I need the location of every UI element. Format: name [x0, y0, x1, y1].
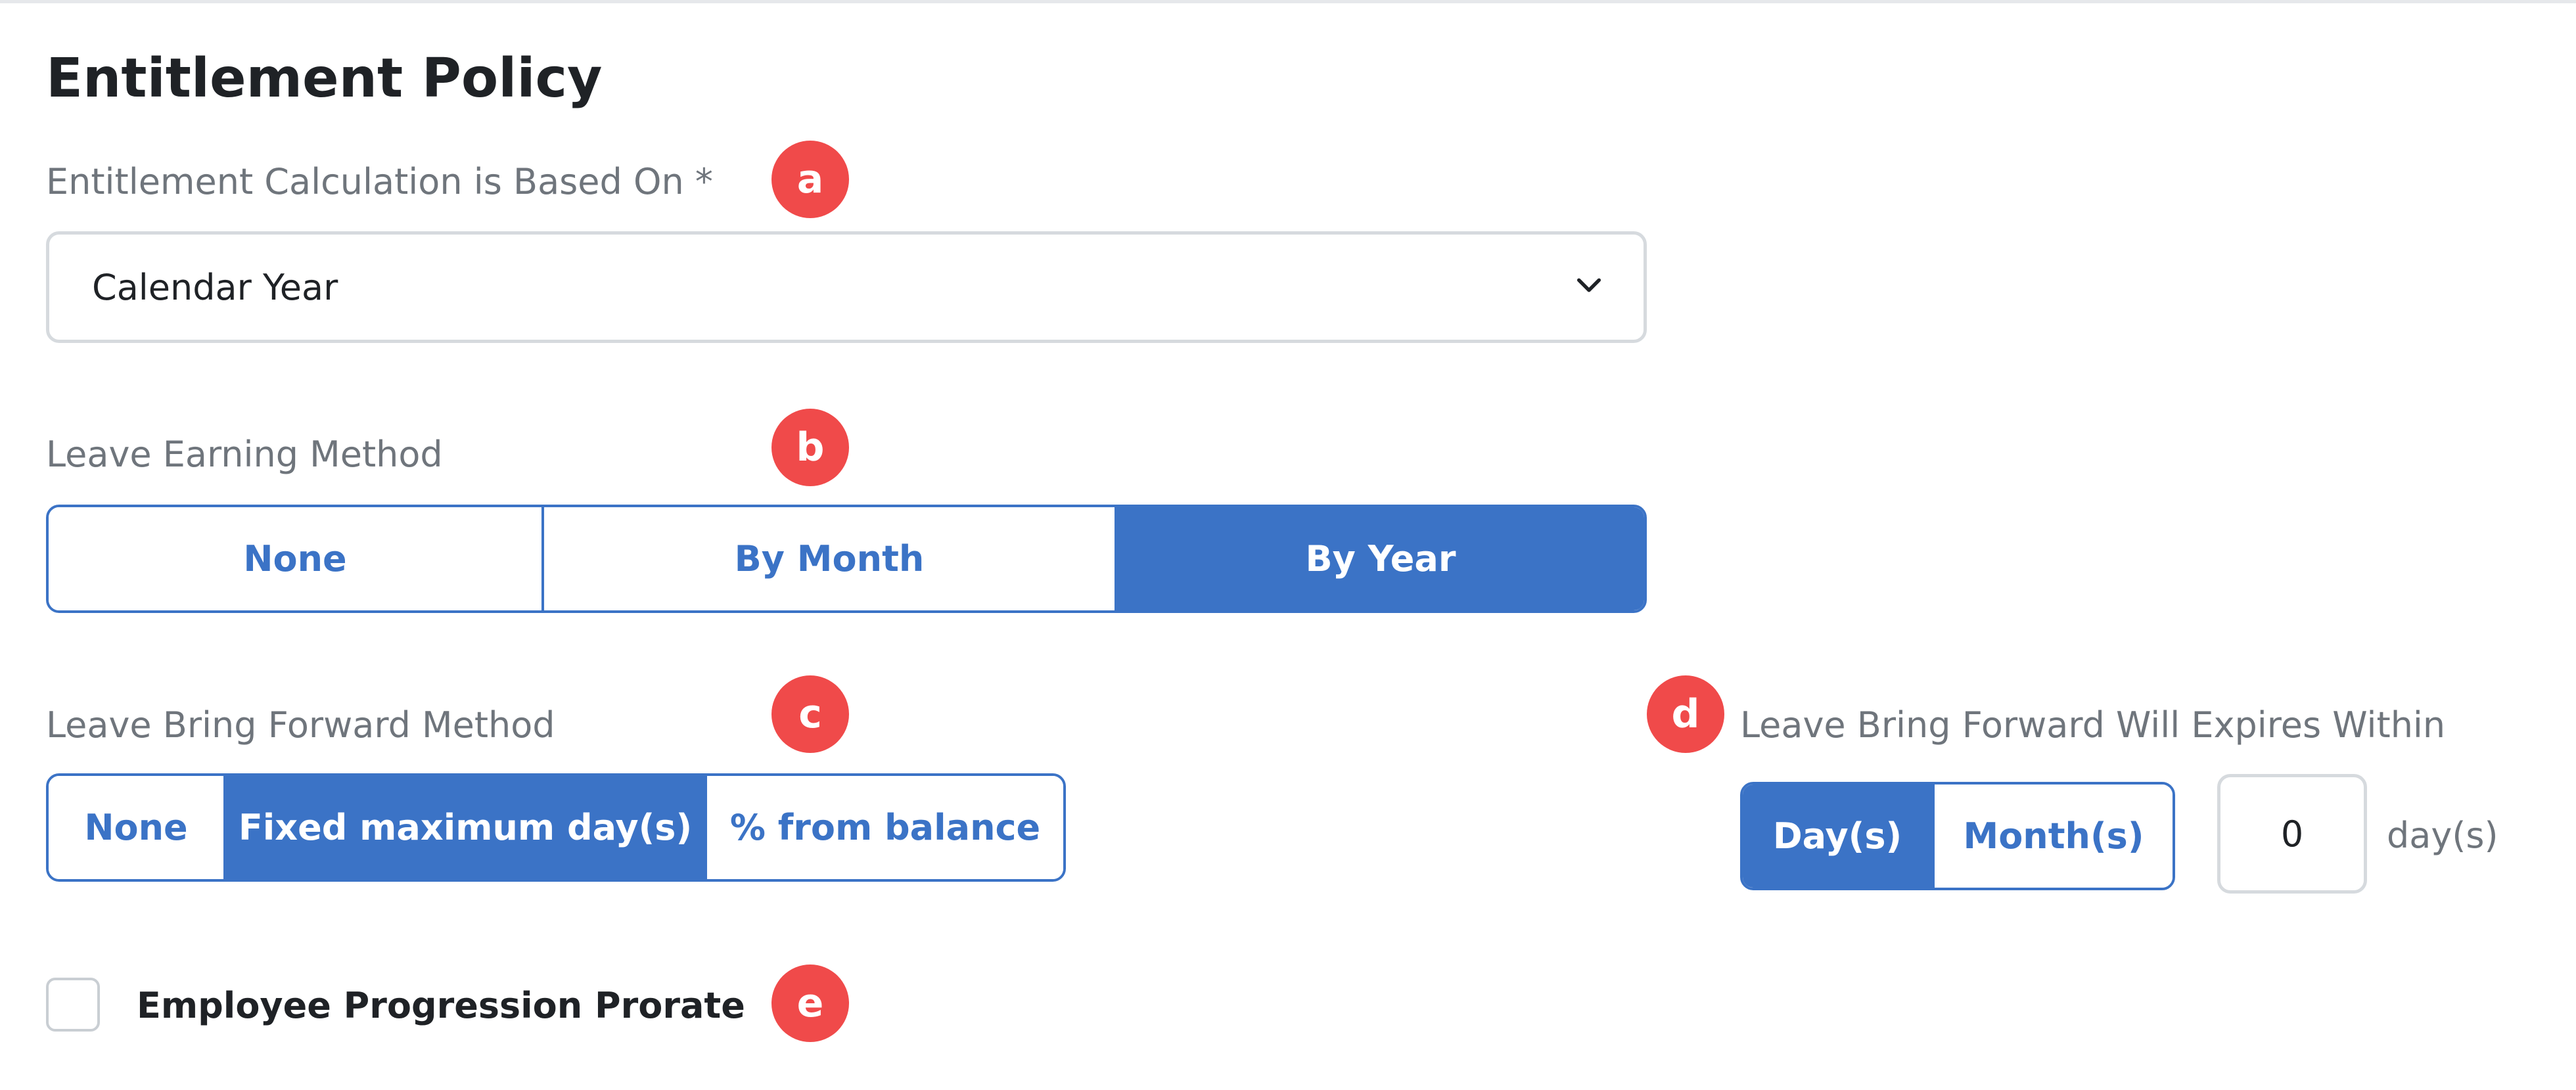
earning-option-by-month[interactable]: By Month	[544, 507, 1117, 610]
employee-progression-prorate-label[interactable]: Employee Progression Prorate	[137, 983, 745, 1029]
top-divider	[0, 0, 2576, 3]
bring-forward-option-none[interactable]: None	[49, 776, 226, 879]
chevron-down-icon	[1576, 278, 1601, 292]
employee-progression-prorate-checkbox[interactable]	[46, 978, 100, 1032]
bring-forward-expiry-label: Leave Bring Forward Will Expires Within	[1740, 704, 2446, 746]
entitlement-calculation-value: Calendar Year	[92, 266, 338, 308]
leave-earning-method-toggle[interactable]: None By Month By Year	[46, 505, 1647, 613]
entitlement-calculation-label: Entitlement Calculation is Based On *	[46, 161, 713, 202]
bring-forward-option-percent-balance[interactable]: % from balance	[707, 776, 1063, 879]
annotation-marker-a: a	[771, 141, 849, 218]
earning-option-none[interactable]: None	[49, 507, 544, 610]
bring-forward-expiry-unit-label: day(s)	[2387, 815, 2498, 856]
leave-earning-method-label: Leave Earning Method	[46, 434, 443, 475]
earning-option-by-year[interactable]: By Year	[1117, 507, 1644, 610]
annotation-marker-e: e	[771, 965, 849, 1042]
bring-forward-expiry-input[interactable]: 0	[2217, 774, 2367, 894]
annotation-marker-d: d	[1647, 675, 1724, 753]
bring-forward-expiry-unit-toggle[interactable]: Day(s) Month(s)	[1740, 782, 2175, 890]
expiry-unit-days[interactable]: Day(s)	[1743, 784, 1935, 888]
entitlement-calculation-select[interactable]: Calendar Year	[46, 231, 1647, 343]
annotation-marker-c: c	[771, 675, 849, 753]
annotation-marker-b: b	[771, 409, 849, 486]
leave-bring-forward-method-toggle[interactable]: None Fixed maximum day(s) % from balance	[46, 773, 1066, 882]
expiry-unit-months[interactable]: Month(s)	[1935, 784, 2173, 888]
page-title: Entitlement Policy	[46, 47, 603, 110]
leave-bring-forward-method-label: Leave Bring Forward Method	[46, 704, 555, 746]
bring-forward-option-fixed-maximum[interactable]: Fixed maximum day(s)	[226, 776, 707, 879]
